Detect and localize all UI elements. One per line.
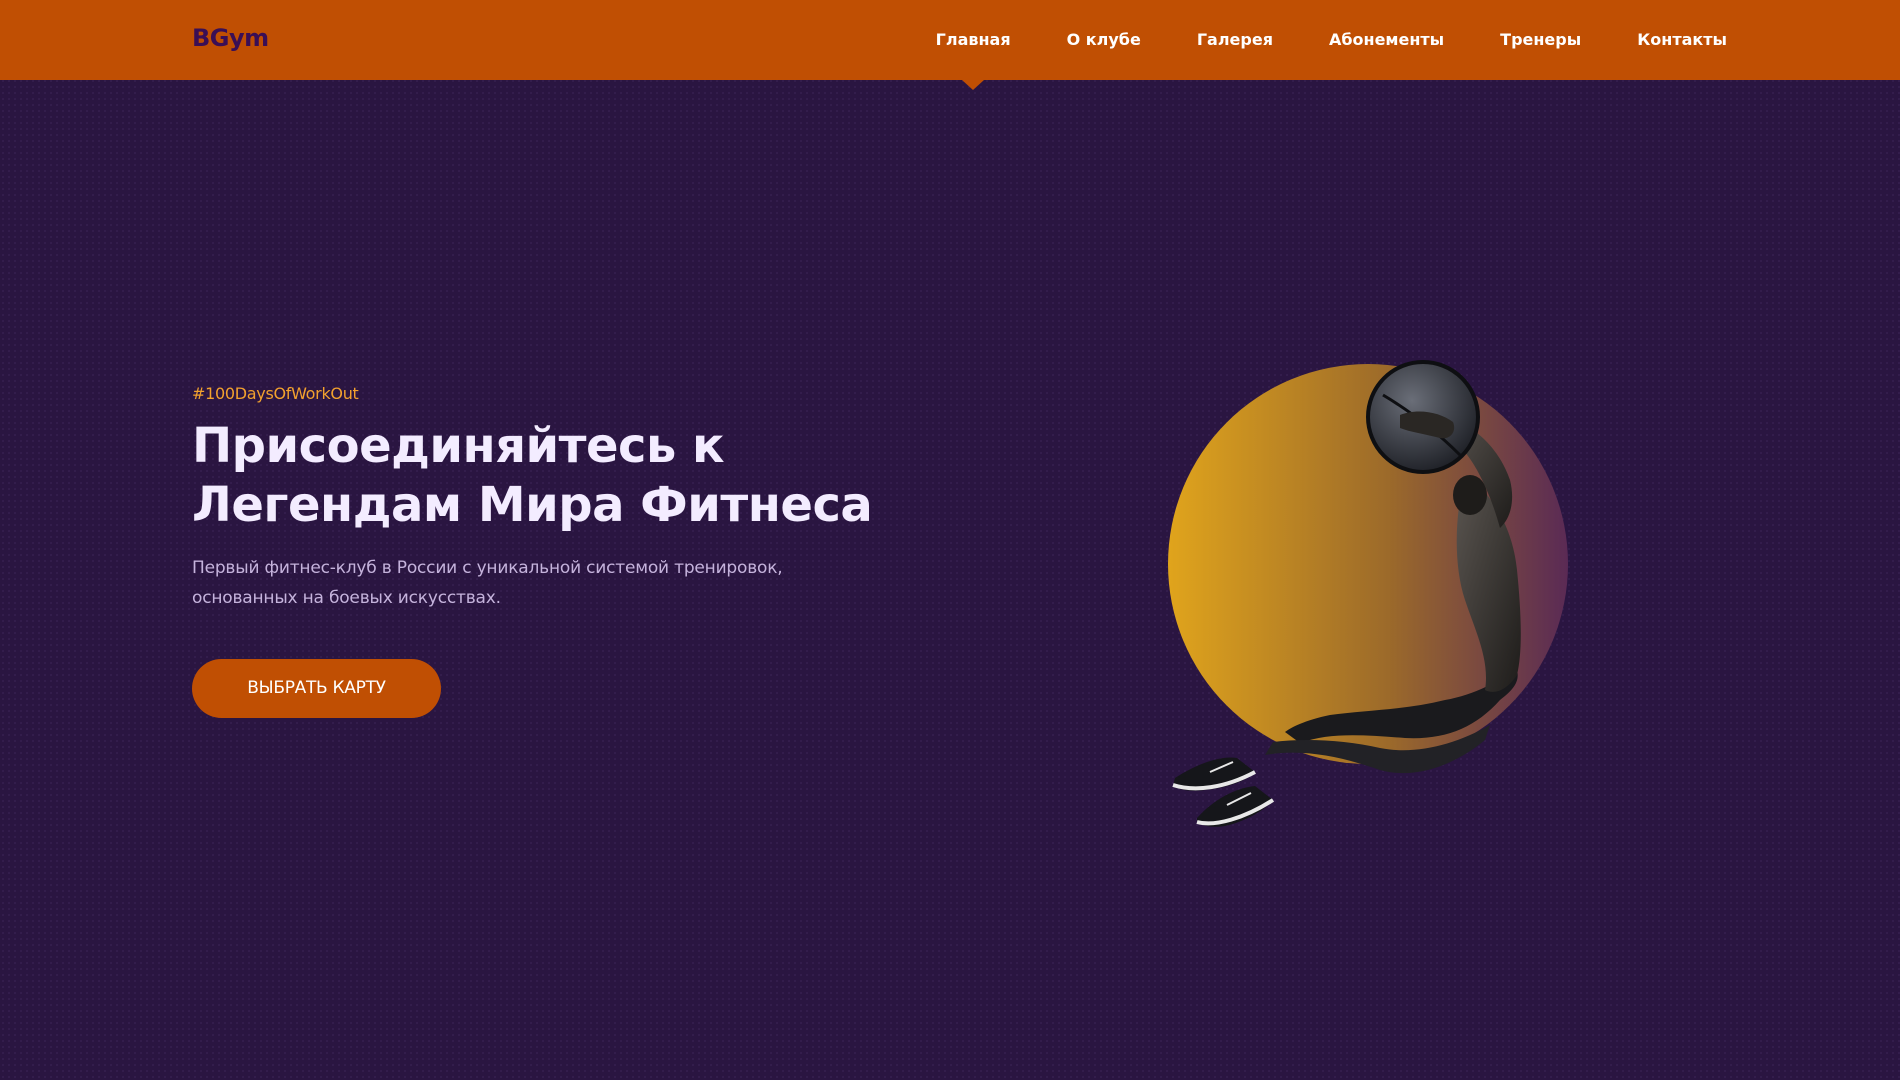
hero-image <box>1155 360 1575 830</box>
nav-item-contacts[interactable]: Контакты <box>1637 0 1727 80</box>
hero-title-line-1: Присоединяйтесь к <box>192 418 725 474</box>
hero-title: Присоединяйтесь к Легендам Мира Фитнеса <box>192 417 912 535</box>
nav-item-gallery[interactable]: Галерея <box>1197 0 1273 80</box>
hero-section: #100DaysOfWorkOut Присоединяйтесь к Леге… <box>192 384 912 718</box>
hero-hashtag: #100DaysOfWorkOut <box>192 384 359 403</box>
site-logo[interactable]: BGym <box>192 24 269 52</box>
athlete-head <box>1453 475 1487 515</box>
main-nav: Главная О клубе Галерея Абонементы Трене… <box>936 0 1727 80</box>
athlete-illustration <box>1168 360 1568 827</box>
hero-subtitle: Первый фитнес-клуб в России с уникальной… <box>192 553 852 613</box>
choose-card-button[interactable]: ВЫБРАТЬ КАРТУ <box>192 659 441 718</box>
hero-title-line-2: Легендам Мира Фитнеса <box>192 477 873 533</box>
hero-subtitle-line-2: основанных на боевых искусствах. <box>192 588 501 608</box>
site-header: BGym Главная О клубе Галерея Абонементы … <box>0 0 1900 80</box>
nav-item-trainers[interactable]: Тренеры <box>1500 0 1581 80</box>
hero-subtitle-line-1: Первый фитнес-клуб в России с уникальной… <box>192 558 783 578</box>
nav-item-about[interactable]: О клубе <box>1067 0 1141 80</box>
nav-item-memberships[interactable]: Абонементы <box>1329 0 1444 80</box>
nav-item-home[interactable]: Главная <box>936 0 1011 80</box>
